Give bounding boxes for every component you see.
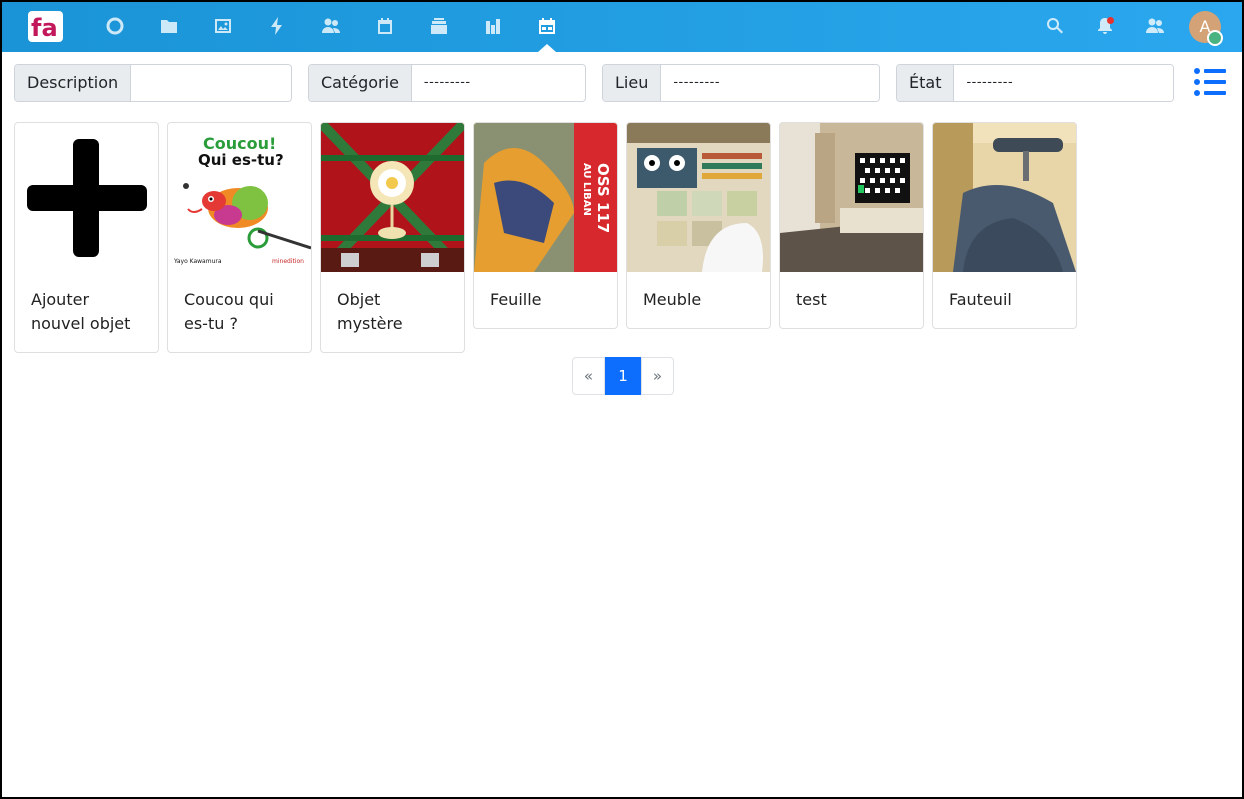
- filter-location-label: Lieu: [603, 65, 662, 101]
- list-view-icon[interactable]: [1193, 67, 1227, 97]
- svg-text:OSS 117: OSS 117: [594, 163, 612, 233]
- filter-description-input[interactable]: [131, 65, 291, 101]
- svg-text:Qui es-tu?: Qui es-tu?: [198, 151, 284, 169]
- card-title: Ajouter nouvel objet: [31, 290, 131, 333]
- card-title: test: [796, 290, 827, 309]
- card-title: Coucou qui es-tu ?: [184, 290, 274, 333]
- files-icon[interactable]: [157, 14, 181, 38]
- svg-text:minedition: minedition: [272, 258, 304, 265]
- contacts-menu-icon[interactable]: [1143, 14, 1167, 38]
- poster-photo: OSS 117 AU LIBAN: [474, 123, 617, 272]
- card-object[interactable]: test: [779, 122, 924, 329]
- card-object[interactable]: OSS 117 AU LIBAN Feuille: [473, 122, 618, 329]
- card-title: Feuille: [490, 290, 542, 309]
- svg-text:fa: fa: [31, 14, 58, 42]
- active-nav-indicator: [538, 44, 556, 52]
- card-add-object[interactable]: Ajouter nouvel objet: [14, 122, 159, 353]
- card-object[interactable]: Objet mystère: [320, 122, 465, 353]
- filter-state: État ---------: [896, 64, 1174, 102]
- filter-state-label: État: [897, 65, 955, 101]
- filter-description: Description: [14, 64, 292, 102]
- room-render-photo: [780, 123, 923, 272]
- card-title: Fauteuil: [949, 290, 1012, 309]
- book-cover-image: Coucou! Qui es-tu? Yayo Kawamura minedit…: [168, 123, 311, 272]
- card-object[interactable]: Meuble: [626, 122, 771, 329]
- svg-text:Yayo Kawamura: Yayo Kawamura: [173, 258, 222, 265]
- photos-icon[interactable]: [211, 14, 235, 38]
- filter-state-select[interactable]: ---------: [954, 65, 1173, 101]
- activity-icon[interactable]: [265, 14, 289, 38]
- filter-location: Lieu ---------: [602, 64, 880, 102]
- inventory-icon[interactable]: [535, 14, 559, 38]
- armchair-photo: [933, 123, 1076, 272]
- ceiling-photo: [321, 123, 464, 272]
- analytics-icon[interactable]: [481, 14, 505, 38]
- card-object[interactable]: Fauteuil: [932, 122, 1077, 329]
- window-frame: [0, 0, 1244, 799]
- card-title: Objet mystère: [337, 290, 403, 333]
- top-bar: fa A: [0, 0, 1244, 52]
- search-icon[interactable]: [1043, 14, 1067, 38]
- pagination-page[interactable]: 1: [605, 357, 641, 395]
- filter-category-label: Catégorie: [309, 65, 412, 101]
- plus-icon: [15, 123, 158, 272]
- pagination: « 1 »: [572, 357, 674, 395]
- filter-category-select[interactable]: ---------: [411, 65, 585, 101]
- notification-badge: [1107, 17, 1114, 24]
- deck-icon[interactable]: [427, 14, 451, 38]
- filter-description-label: Description: [15, 65, 132, 101]
- contacts-icon[interactable]: [319, 14, 343, 38]
- svg-text:AU LIBAN: AU LIBAN: [581, 163, 592, 216]
- pagination-prev[interactable]: «: [572, 357, 605, 395]
- calendar-icon[interactable]: [373, 14, 397, 38]
- filter-category: Catégorie ---------: [308, 64, 586, 102]
- online-status-indicator: [1207, 30, 1223, 46]
- card-title: Meuble: [643, 290, 702, 309]
- pagination-next[interactable]: »: [641, 357, 674, 395]
- app-logo[interactable]: fa: [28, 11, 63, 42]
- card-object[interactable]: Coucou! Qui es-tu? Yayo Kawamura minedit…: [167, 122, 312, 353]
- shelf-photo: [627, 123, 770, 272]
- dashboard-icon[interactable]: [103, 14, 127, 38]
- filter-location-select[interactable]: ---------: [661, 65, 879, 101]
